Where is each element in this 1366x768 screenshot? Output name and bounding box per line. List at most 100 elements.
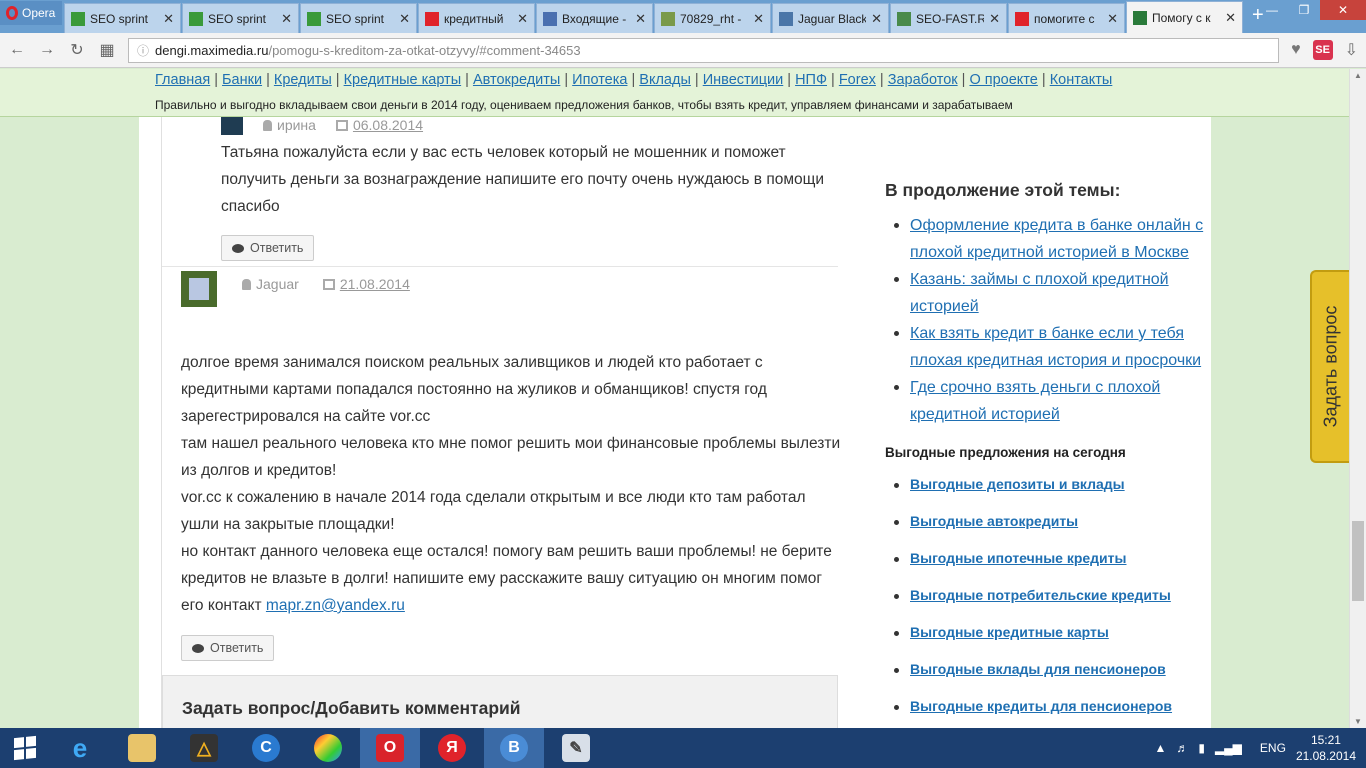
menu-separator: |	[783, 72, 796, 88]
paint-taskbar-button[interactable]: ✎	[546, 728, 606, 768]
site-menu-item[interactable]: Кредитные карты	[344, 72, 462, 88]
reload-icon[interactable]: ↻	[68, 40, 86, 60]
browser-tab[interactable]: SEO sprint ✕	[182, 3, 299, 33]
comment-text: долгое время занимался поиском реальных …	[181, 349, 841, 619]
comment-date-link[interactable]: 06.08.2014	[353, 117, 423, 133]
volume-icon[interactable]: ♬	[1176, 741, 1188, 755]
page-scrollbar[interactable]: ▲ ▼	[1349, 69, 1366, 728]
offer-link[interactable]: Выгодные депозиты и вклады	[910, 476, 1125, 492]
comment-paragraph: долгое время занимался поиском реальных …	[181, 354, 767, 425]
scrollbar-thumb[interactable]	[1352, 521, 1364, 601]
site-menu-item[interactable]: Инвестиции	[703, 72, 784, 88]
site-menu-item[interactable]: Вклады	[639, 72, 691, 88]
scroll-down-icon[interactable]: ▼	[1354, 717, 1362, 726]
close-tab-icon[interactable]: ✕	[635, 11, 646, 27]
browser-tab[interactable]: Помогу с к ✕	[1126, 1, 1243, 33]
comment-form-box: Задать вопрос/Добавить комментарий	[162, 675, 838, 728]
ie-taskbar-button[interactable]: e	[50, 728, 110, 768]
close-tab-icon[interactable]: ✕	[1225, 10, 1236, 26]
seofast-icon	[897, 11, 911, 26]
start-button[interactable]	[0, 728, 50, 768]
se-extension-icon[interactable]: SE	[1312, 40, 1333, 60]
site-menu-item[interactable]: Кредиты	[274, 72, 332, 88]
vk-taskbar-button[interactable]: B	[484, 728, 544, 768]
forward-icon[interactable]: →	[38, 41, 56, 59]
browser-tab[interactable]: Входящие - ✕	[536, 3, 653, 33]
close-tab-icon[interactable]: ✕	[163, 11, 174, 27]
site-menu-item[interactable]: Ипотека	[572, 72, 627, 88]
reply-button[interactable]: Ответить	[181, 635, 275, 661]
related-link[interactable]: Оформление кредита в банке онлайн с плох…	[910, 217, 1203, 261]
related-item: Где срочно взять деньги с плохой кредитн…	[894, 374, 1205, 428]
download-icon[interactable]: ⇩	[1345, 40, 1358, 60]
calendar-icon	[322, 278, 335, 290]
close-window-icon[interactable]: ✕	[1320, 0, 1366, 20]
language-indicator[interactable]: ENG	[1260, 741, 1286, 755]
comment-date-link[interactable]: 21.08.2014	[340, 276, 410, 292]
avatar	[181, 271, 217, 307]
site-menu-item[interactable]: Контакты	[1050, 72, 1113, 88]
site-menu-item[interactable]: Заработок	[888, 72, 958, 88]
menu-separator: |	[1037, 72, 1050, 88]
offer-item: Выгодные ипотечные кредиты	[894, 550, 1205, 587]
site-menu-item[interactable]: Forex	[839, 72, 876, 88]
minimize-icon[interactable]: —	[1256, 0, 1288, 20]
close-tab-icon[interactable]: ✕	[517, 11, 528, 27]
browser-tab[interactable]: кредитный ✕	[418, 3, 535, 33]
offer-link[interactable]: Выгодные кредитные карты	[910, 624, 1109, 640]
browser-tab[interactable]: SEO-FAST.R ✕	[890, 3, 1007, 33]
related-item: Как взять кредит в банке если у тебя пло…	[894, 320, 1205, 374]
comment-paragraph: vor.cc к сожалению в начале 2014 года сд…	[181, 489, 806, 533]
offer-link[interactable]: Выгодные вклады для пенсионеров	[910, 661, 1166, 677]
browser-tab[interactable]: SEO sprint ✕	[64, 3, 181, 33]
app-taskbar-button[interactable]: △	[174, 728, 234, 768]
site-menu-item[interactable]: Банки	[222, 72, 262, 88]
site-menu-item[interactable]: НПФ	[795, 72, 827, 88]
opera-menu-button[interactable]: Opera	[0, 1, 62, 25]
close-tab-icon[interactable]: ✕	[1107, 11, 1118, 27]
close-tab-icon[interactable]: ✕	[281, 11, 292, 27]
related-link[interactable]: Казань: займы с плохой кредитной историе…	[910, 271, 1169, 315]
close-tab-icon[interactable]: ✕	[753, 11, 764, 27]
tray-expand-icon[interactable]: ▲	[1154, 741, 1166, 755]
site-menu-item[interactable]: Автокредиты	[473, 72, 560, 88]
comment-paragraph: там нашел реального человека кто мне пом…	[181, 435, 841, 479]
clock[interactable]: 15:21 21.08.2014	[1296, 732, 1356, 764]
app-taskbar-button[interactable]: C	[236, 728, 296, 768]
signal-icon[interactable]: ▂▄▆	[1215, 741, 1242, 755]
back-icon[interactable]: ←	[8, 41, 26, 59]
close-tab-icon[interactable]: ✕	[989, 11, 1000, 27]
bookmark-heart-icon[interactable]: ♥	[1291, 41, 1301, 59]
related-heading: В продолжение этой темы:	[885, 180, 1121, 200]
opera-taskbar-button[interactable]: O	[360, 728, 420, 768]
close-tab-icon[interactable]: ✕	[399, 11, 410, 27]
url-field[interactable]: ⓘ dengi.maximedia.ru/pomogu-s-kreditom-z…	[128, 37, 1280, 63]
browser-tab[interactable]: SEO sprint ✕	[300, 3, 417, 33]
app-taskbar-button[interactable]	[298, 728, 358, 768]
reply-button[interactable]: Ответить	[221, 235, 315, 261]
browser-tab[interactable]: 70829_rht - ✕	[654, 3, 771, 33]
site-menu-item[interactable]: О проекте	[969, 72, 1037, 88]
triangle-app-icon: △	[190, 734, 218, 762]
site-menu-item[interactable]: Главная	[155, 72, 210, 88]
related-link[interactable]: Как взять кредит в банке если у тебя пло…	[910, 325, 1201, 369]
explorer-taskbar-button[interactable]	[112, 728, 172, 768]
close-tab-icon[interactable]: ✕	[871, 11, 882, 27]
yandex-taskbar-button[interactable]: Я	[422, 728, 482, 768]
speech-bubble-icon	[232, 243, 244, 253]
site-info-icon[interactable]: ⓘ	[137, 42, 149, 59]
speed-dial-icon[interactable]: ▦	[98, 40, 116, 60]
email-link[interactable]: mapr.zn@yandex.ru	[266, 597, 405, 614]
scroll-up-icon[interactable]: ▲	[1354, 71, 1362, 80]
speech-bubble-icon	[192, 643, 204, 653]
restore-icon[interactable]: ❐	[1288, 0, 1320, 20]
related-link[interactable]: Где срочно взять деньги с плохой кредитн…	[910, 379, 1160, 423]
offer-link[interactable]: Выгодные автокредиты	[910, 513, 1078, 529]
offer-link[interactable]: Выгодные ипотечные кредиты	[910, 550, 1126, 566]
offer-link[interactable]: Выгодные кредиты для пенсионеров	[910, 698, 1172, 714]
browser-tab[interactable]: помогите с ✕	[1008, 3, 1125, 33]
offer-link[interactable]: Выгодные потребительские кредиты	[910, 587, 1171, 603]
browser-tab[interactable]: Jaguar Black ✕	[772, 3, 889, 33]
battery-icon[interactable]: ▮	[1198, 741, 1205, 755]
ask-question-tab[interactable]: Задать вопрос	[1310, 270, 1350, 463]
